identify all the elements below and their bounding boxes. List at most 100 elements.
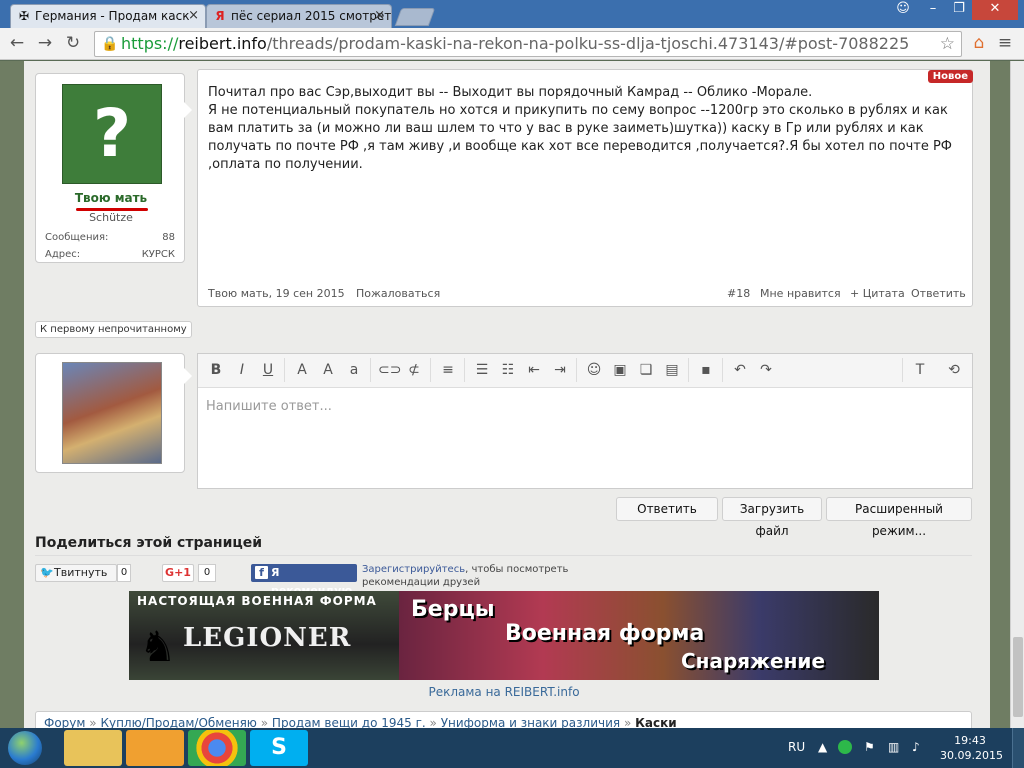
image-icon[interactable]: ▣: [610, 360, 630, 380]
reply-link[interactable]: Ответить: [911, 287, 966, 300]
text-color-icon[interactable]: A: [292, 360, 312, 380]
banner-line1: Берцы: [411, 597, 495, 622]
code-icon[interactable]: ▤: [662, 360, 682, 380]
new-tab-button[interactable]: [394, 8, 436, 26]
smiley-icon[interactable]: ☺: [584, 360, 604, 380]
register-link[interactable]: Зарегистрируйтесь: [362, 564, 465, 575]
explorer-icon[interactable]: [64, 730, 122, 766]
author-rank: Schütze: [89, 211, 133, 224]
reload-icon[interactable]: ↻: [62, 32, 84, 54]
divider: [902, 358, 903, 382]
menu-icon[interactable]: ≡: [994, 32, 1016, 54]
undo-icon[interactable]: ↶: [730, 360, 750, 380]
fb-recommend-button[interactable]: f Я рекомендую: [251, 564, 357, 597]
language-indicator[interactable]: RU: [788, 740, 805, 754]
tab-active[interactable]: ✠ Германия - Продам каск ×: [10, 4, 206, 28]
post-user-box: ? Твою мать Schütze Сообщения: 88 Адрес:…: [35, 73, 192, 263]
media-icon[interactable]: ❏: [636, 360, 656, 380]
reply-input[interactable]: Напишите ответ...: [206, 399, 332, 414]
network-icon[interactable]: ▥: [888, 740, 899, 754]
breadcrumb-item[interactable]: Куплю/Продам/Обменяю: [100, 716, 256, 728]
upload-file-button[interactable]: Загрузить файл: [722, 497, 822, 538]
lock-icon: 🔒: [101, 36, 119, 52]
remove-format-icon[interactable]: T: [910, 360, 930, 380]
close-icon[interactable]: ×: [188, 5, 199, 27]
clock-date[interactable]: 30.09.2015: [940, 749, 1003, 762]
unlink-icon[interactable]: ⊄: [404, 360, 424, 380]
url-scheme: https://: [121, 34, 179, 53]
tab-inactive[interactable]: Я пёс сериал 2015 смотрет ×: [206, 4, 392, 28]
bookmark-star-icon[interactable]: ☆: [940, 32, 955, 56]
facebook-icon: f: [255, 566, 268, 579]
save-draft-icon[interactable]: ▪: [696, 360, 716, 380]
clock-time[interactable]: 19:43: [946, 734, 994, 747]
breadcrumb-item[interactable]: Форум: [44, 716, 85, 728]
flag-icon[interactable]: ⚑: [864, 740, 875, 754]
bullet-list-icon[interactable]: ☰: [472, 360, 492, 380]
underline-icon[interactable]: U: [258, 360, 278, 380]
fb-register-text: Зарегистрируйтесь, чтобы посмотреть реко…: [362, 563, 642, 589]
redo-icon[interactable]: ↷: [756, 360, 776, 380]
author-name[interactable]: Твою мать: [36, 191, 186, 205]
align-icon[interactable]: ≡: [438, 360, 458, 380]
tweet-label: Твитнуть: [54, 566, 108, 579]
tray-app-icon[interactable]: [838, 740, 852, 754]
close-window-button[interactable]: ✕: [972, 0, 1018, 20]
divider: [284, 358, 285, 382]
divider: [688, 358, 689, 382]
reply-editor: B I U A A a ⊂⊃ ⊄ ≡ ☰ ☷ ⇤ ⇥ ☺ ▣ ❏ ▤ ▪ ↶ ↷…: [197, 353, 973, 489]
first-unread-link[interactable]: К первому непрочитанному: [35, 321, 192, 338]
outdent-icon[interactable]: ⇤: [524, 360, 544, 380]
tray-arrow-icon[interactable]: ▲: [818, 740, 827, 754]
extension-icon[interactable]: ⌂: [968, 32, 990, 54]
back-arrow-icon[interactable]: ←: [6, 32, 28, 54]
ad-banner[interactable]: НАСТОЯЩАЯ ВОЕННАЯ ФОРМА ♞ LEGIONER Берцы…: [129, 591, 879, 680]
gplus-button[interactable]: G+1: [162, 564, 194, 582]
start-button[interactable]: [8, 731, 42, 765]
post-message: Новое Почитал про вас Сэр,выходит вы -- …: [197, 69, 973, 307]
user-icon[interactable]: ☺: [888, 0, 918, 20]
forward-arrow-icon[interactable]: →: [34, 32, 56, 54]
ad-caption[interactable]: Реклама на REIBERT.info: [129, 685, 879, 699]
post-number[interactable]: #18: [727, 287, 750, 300]
maximize-button[interactable]: ❐: [946, 0, 972, 20]
text-size-icon[interactable]: A: [318, 360, 338, 380]
address-bar[interactable]: 🔒 https://reibert.info/threads/prodam-ka…: [94, 31, 962, 57]
skype-icon[interactable]: S: [250, 730, 308, 766]
font-family-icon[interactable]: a: [344, 360, 364, 380]
taskbar: S RU ▲ ⚑ ▥ ♪ 19:43 30.09.2015: [0, 728, 1024, 768]
close-icon[interactable]: ×: [374, 5, 385, 27]
advanced-mode-button[interactable]: Расширенный режим...: [826, 497, 972, 538]
tweet-button[interactable]: 🐦 Твитнуть: [35, 564, 117, 582]
tweet-count: 0: [117, 564, 131, 582]
numbered-list-icon[interactable]: ☷: [498, 360, 518, 380]
italic-icon[interactable]: I: [232, 360, 252, 380]
bold-icon[interactable]: B: [206, 360, 226, 380]
page-viewport: ? Твою мать Schütze Сообщения: 88 Адрес:…: [0, 61, 1010, 728]
avatar[interactable]: [62, 362, 162, 464]
gplus-count: 0: [198, 564, 216, 582]
minimize-button[interactable]: –: [920, 0, 946, 20]
post-author-date[interactable]: Твою мать, 19 сен 2015: [208, 287, 345, 300]
chrome-icon[interactable]: [188, 730, 246, 766]
banner-line3: Снаряжение: [681, 649, 826, 673]
breadcrumb-item[interactable]: Продам вещи до 1945 г.: [272, 716, 426, 728]
scrollbar[interactable]: [1010, 61, 1024, 728]
scrollbar-thumb[interactable]: [1013, 637, 1023, 717]
reply-button[interactable]: Ответить: [616, 497, 718, 521]
avatar[interactable]: ?: [62, 84, 162, 184]
volume-icon[interactable]: ♪: [912, 740, 920, 754]
like-link[interactable]: Мне нравится: [760, 287, 841, 300]
toggle-bbcode-icon[interactable]: ⟲: [944, 360, 964, 380]
box-pointer: [184, 102, 192, 118]
breadcrumb-item[interactable]: Униформа и знаки различия: [441, 716, 620, 728]
editor-toolbar: B I U A A a ⊂⊃ ⊄ ≡ ☰ ☷ ⇤ ⇥ ☺ ▣ ❏ ▤ ▪ ↶ ↷…: [198, 354, 972, 388]
report-link[interactable]: Пожаловаться: [356, 287, 440, 300]
quote-link[interactable]: + Цитата: [850, 287, 905, 300]
banner-line2: Военная форма: [505, 621, 705, 646]
media-player-icon[interactable]: [126, 730, 184, 766]
browser-titlebar: ✠ Германия - Продам каск × Я пёс сериал …: [0, 0, 1024, 28]
indent-icon[interactable]: ⇥: [550, 360, 570, 380]
link-icon[interactable]: ⊂⊃: [378, 360, 401, 380]
show-desktop-button[interactable]: [1012, 728, 1024, 768]
